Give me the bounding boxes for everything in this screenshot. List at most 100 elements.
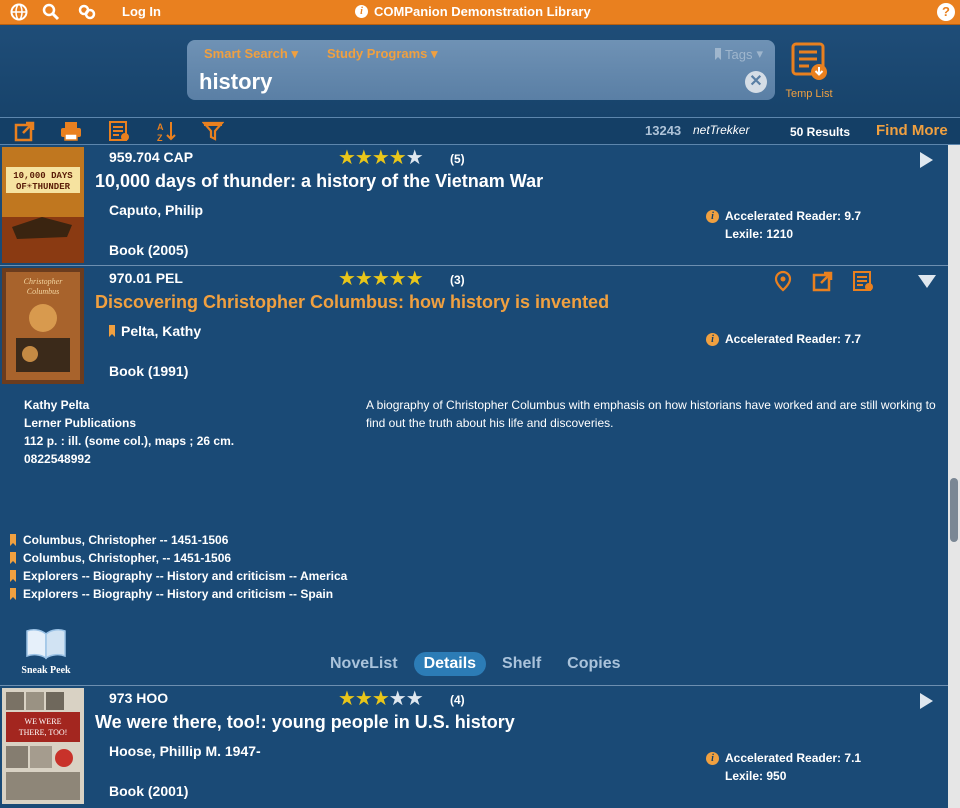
temp-list-icon [791, 42, 827, 80]
find-more-link[interactable]: Find More [876, 122, 948, 139]
library-name: COMPanion Demonstration Library [374, 4, 591, 19]
sort-icon[interactable]: AZ [156, 120, 178, 143]
result-item-expanded[interactable]: Christopher Columbus 970.01 PEL ★★★★★ (3… [0, 266, 948, 686]
add-to-list-icon[interactable] [852, 270, 874, 292]
svg-text:WE WERE: WE WERE [25, 717, 62, 726]
isbn: 0822548992 [24, 452, 91, 466]
bookmark-icon [109, 325, 115, 337]
svg-text:A: A [157, 122, 164, 132]
list-icon[interactable] [108, 120, 130, 142]
svg-text:OF☀THUNDER: OF☀THUNDER [16, 182, 71, 192]
physical-description: 112 p. : ill. (some col.), maps ; 26 cm. [24, 434, 235, 448]
info-icon[interactable]: i [706, 332, 719, 346]
rating-stars[interactable]: ★★★★★ [338, 148, 424, 168]
top-bar: Log In i COMPanion Demonstration Library… [0, 0, 960, 25]
reading-levels: i Accelerated Reader: 7.7 [706, 330, 861, 348]
sneak-peek-button[interactable]: Sneak Peek [18, 626, 74, 676]
smart-search-tab[interactable]: Smart Search ▾ [204, 46, 298, 62]
tab-details[interactable]: Details [413, 652, 487, 676]
filter-icon[interactable] [201, 120, 225, 142]
tab-copies[interactable]: Copies [557, 652, 630, 676]
item-author[interactable]: Pelta, Kathy [109, 323, 201, 339]
scrollbar[interactable] [948, 145, 960, 808]
svg-text:Columbus: Columbus [27, 287, 59, 296]
result-item[interactable]: WE WERE THERE, TOO! 973 HOO ★★★★★ (4) We… [0, 686, 948, 808]
publisher: Lerner Publications [24, 416, 137, 430]
publication-info: Kathy Pelta Lerner Publications 112 p. :… [24, 396, 234, 468]
info-icon[interactable]: i [355, 5, 368, 18]
rating-stars[interactable]: ★★★★★ [338, 689, 424, 709]
lexile: Lexile: 950 [725, 769, 787, 783]
expand-arrow-icon[interactable] [918, 151, 934, 169]
tags-dropdown[interactable]: Tags ▾ [715, 46, 763, 62]
call-number: 970.01 PEL [109, 270, 183, 286]
results-label: 50 Results [790, 125, 851, 139]
search-header: Smart Search ▾ Study Programs ▾ Tags ▾ ✕… [0, 25, 960, 118]
search-box: Smart Search ▾ Study Programs ▾ Tags ▾ ✕ [187, 40, 775, 100]
temp-list-button[interactable]: Temp List [782, 41, 836, 101]
nettrekker-logo[interactable]: netTrekker [693, 123, 749, 137]
item-title[interactable]: We were there, too!: young people in U.S… [95, 712, 515, 733]
call-number: 959.704 CAP [109, 149, 194, 165]
open-book-icon [26, 629, 66, 660]
subject-link[interactable]: Explorers -- Biography -- History and cr… [10, 585, 347, 603]
subject-link[interactable]: Columbus, Christopher, -- 1451-1506 [10, 549, 347, 567]
rating-count: (3) [450, 273, 465, 287]
login-link[interactable]: Log In [122, 4, 161, 19]
result-item[interactable]: 10,000 DAYS OF☀THUNDER 959.704 CAP ★★★★★… [0, 145, 948, 266]
bookmark-icon [10, 534, 16, 546]
svg-text:THERE, TOO!: THERE, TOO! [19, 728, 68, 737]
item-author[interactable]: Hoose, Phillip M. 1947- [109, 743, 261, 759]
item-actions [772, 270, 874, 292]
collapse-arrow-icon[interactable] [917, 273, 937, 289]
subject-link[interactable]: Explorers -- Biography -- History and cr… [10, 567, 347, 585]
info-icon[interactable]: i [706, 751, 719, 765]
pub-author: Kathy Pelta [24, 398, 90, 412]
link-icon[interactable] [78, 3, 96, 21]
reading-levels: i Accelerated Reader: 9.7 Lexile: 1210 [706, 207, 861, 243]
temp-list-label: Temp List [785, 88, 833, 100]
accelerated-reader: Accelerated Reader: 7.1 [725, 751, 862, 765]
svg-text:10,000 DAYS: 10,000 DAYS [13, 171, 73, 181]
scrollbar-thumb[interactable] [950, 478, 958, 542]
search-icon[interactable] [42, 3, 60, 21]
location-pin-icon[interactable] [772, 270, 794, 292]
rating-count: (5) [450, 152, 465, 166]
item-format: Book (1991) [109, 363, 189, 379]
subject-link[interactable]: Columbus, Christopher -- 1451-1506 [10, 531, 347, 549]
info-icon[interactable]: i [706, 209, 719, 223]
book-cover[interactable]: 10,000 DAYS OF☀THUNDER [2, 147, 84, 263]
tab-novelist[interactable]: NoveList [320, 652, 408, 676]
search-input[interactable] [199, 68, 739, 96]
detail-tabs: NoveList Details Shelf Copies [320, 652, 631, 676]
study-programs-tab[interactable]: Study Programs ▾ [327, 46, 438, 62]
print-icon[interactable] [60, 120, 82, 142]
svg-text:Christopher: Christopher [24, 277, 64, 286]
bookmark-icon [10, 588, 16, 600]
item-summary: A biography of Christopher Columbus with… [366, 398, 936, 430]
accelerated-reader: Accelerated Reader: 9.7 [725, 209, 862, 223]
accelerated-reader: Accelerated Reader: 7.7 [725, 332, 862, 346]
item-format: Book (2005) [109, 242, 189, 258]
book-cover[interactable]: Christopher Columbus [2, 268, 84, 384]
lexile: Lexile: 1210 [725, 227, 794, 241]
book-cover[interactable]: WE WERE THERE, TOO! [2, 688, 84, 804]
clear-search-icon[interactable]: ✕ [745, 71, 767, 93]
tab-shelf[interactable]: Shelf [492, 652, 551, 676]
share-icon[interactable] [812, 270, 834, 292]
svg-text:Z: Z [157, 133, 163, 142]
expand-arrow-icon[interactable] [918, 692, 934, 710]
item-format: Book (2001) [109, 783, 189, 799]
help-icon[interactable]: ? [937, 3, 955, 21]
item-author[interactable]: Caputo, Philip [109, 202, 203, 218]
item-title[interactable]: Discovering Christopher Columbus: how hi… [95, 292, 609, 313]
results-toolbar: AZ 13243 netTrekker 50 Results Find More [0, 118, 960, 145]
export-icon[interactable] [14, 120, 36, 142]
rating-count: (4) [450, 693, 465, 707]
globe-icon[interactable] [10, 3, 28, 21]
sneak-peek-label: Sneak Peek [21, 665, 71, 676]
subject-list: Columbus, Christopher -- 1451-1506 Colum… [10, 531, 347, 603]
rating-stars[interactable]: ★★★★★ [338, 269, 424, 289]
item-title[interactable]: 10,000 days of thunder: a history of the… [95, 171, 543, 192]
library-title: i COMPanion Demonstration Library [355, 4, 591, 19]
